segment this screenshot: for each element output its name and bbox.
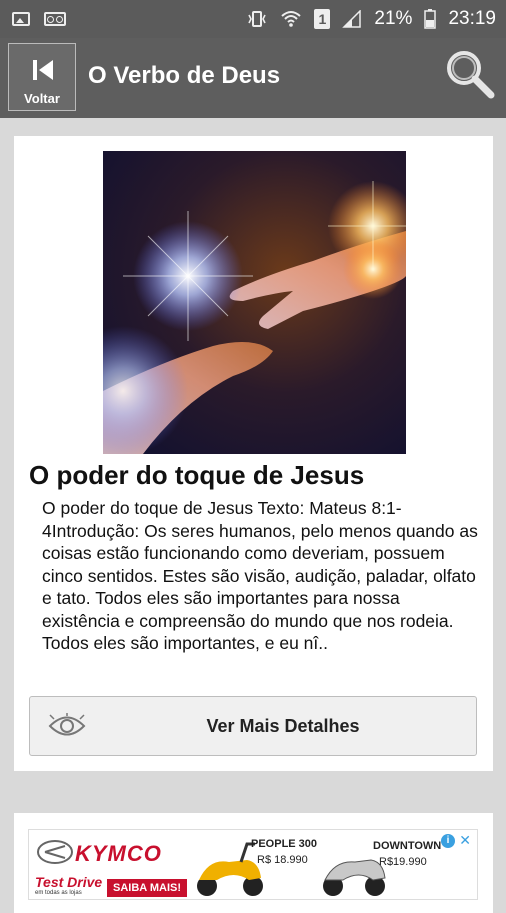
clock: 23:19 [448,8,496,29]
more-details-label: Ver Mais Detalhes [206,716,360,736]
ad-product-1-price: R$ 18.990 [257,854,308,866]
vibrate-icon [248,11,267,27]
ad-test-drive: Test Drive [35,874,103,890]
ad-cta-button[interactable]: SAIBA MAIS! [107,879,188,897]
gallery-notification-icon [12,12,30,26]
status-bar: 1 21% 23:19 [0,0,506,38]
sim-icon: 1 [314,9,331,29]
ad-product-2-price: R$19.990 [379,856,427,868]
back-button-label: Voltar [24,91,60,106]
ad-banner[interactable]: KYMCO Test Drive em todas as lojas SAIBA… [28,829,478,900]
ad-product-1-name: PEOPLE 300 [251,838,318,850]
ad-test-drive-sub: em todas as lojas [35,890,82,896]
battery-icon [424,9,437,29]
post-excerpt: O poder do toque de Jesus Texto: Mateus … [42,498,478,653]
signal-icon [342,10,362,28]
ad-info-icon[interactable]: i [441,834,455,848]
app-bar: Voltar O Verbo de Deus [0,38,506,118]
more-details-button[interactable]: Ver Mais Detalhes [29,696,477,756]
post-card[interactable]: O poder do toque de Jesus O poder do toq… [14,136,493,771]
search-icon[interactable] [444,48,496,100]
post-image [103,151,406,454]
skip-back-icon [33,60,53,80]
ad-product-2-name: DOWNTOWN [373,840,442,852]
post-title[interactable]: O poder do toque de Jesus [29,460,364,491]
page-title: O Verbo de Deus [88,62,281,89]
battery-percent: 21% [374,8,413,29]
wifi-icon [281,11,302,27]
back-button[interactable]: Voltar [8,43,76,111]
ad-brand: KYMCO [75,841,162,866]
ad-close-icon[interactable]: ✕ [459,832,471,849]
voicemail-notification-icon [44,12,66,26]
